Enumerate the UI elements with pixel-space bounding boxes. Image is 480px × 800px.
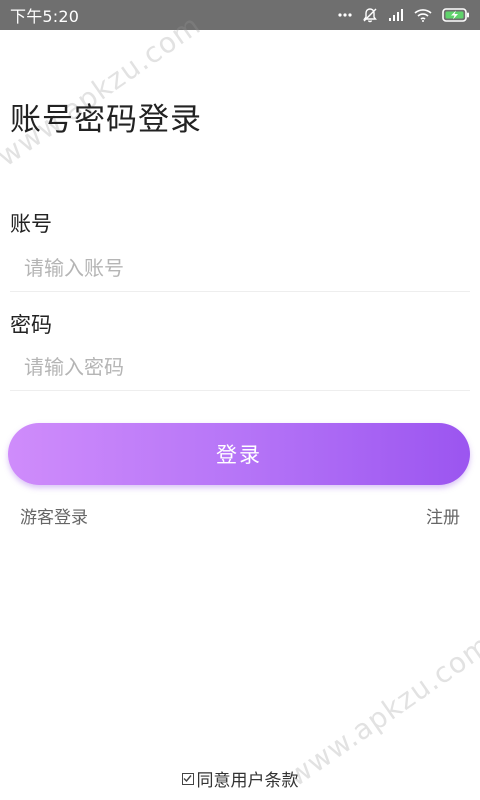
status-icons bbox=[338, 7, 470, 23]
status-bar: 下午5:20 bbox=[0, 0, 480, 30]
wifi-icon bbox=[414, 8, 432, 22]
register-link[interactable]: 注册 bbox=[426, 503, 460, 528]
watermark-top: www.apkzu.com bbox=[0, 8, 207, 174]
account-label: 账号 bbox=[10, 212, 52, 236]
password-input-row bbox=[10, 343, 470, 391]
account-input[interactable] bbox=[10, 244, 470, 291]
agreement-row[interactable]: 同意用户条款 bbox=[0, 766, 480, 791]
guest-login-link[interactable]: 游客登录 bbox=[20, 503, 88, 528]
signal-icon bbox=[388, 8, 404, 22]
page-title: 账号密码登录 bbox=[10, 102, 202, 138]
agreement-label: 同意用户条款 bbox=[196, 771, 299, 791]
checkbox-checked-icon[interactable] bbox=[181, 772, 194, 785]
password-input[interactable] bbox=[10, 343, 470, 390]
password-label: 密码 bbox=[10, 313, 52, 337]
account-input-row bbox=[10, 244, 470, 292]
mute-bell-icon bbox=[362, 7, 378, 23]
login-screen: 下午5:20 www.apkzu.com www.apkzu.com 账号密码登… bbox=[0, 0, 480, 800]
battery-charging-icon bbox=[442, 8, 470, 22]
status-time: 下午5:20 bbox=[10, 7, 80, 26]
login-button[interactable]: 登录 bbox=[8, 423, 470, 485]
more-dots-icon bbox=[338, 13, 352, 17]
